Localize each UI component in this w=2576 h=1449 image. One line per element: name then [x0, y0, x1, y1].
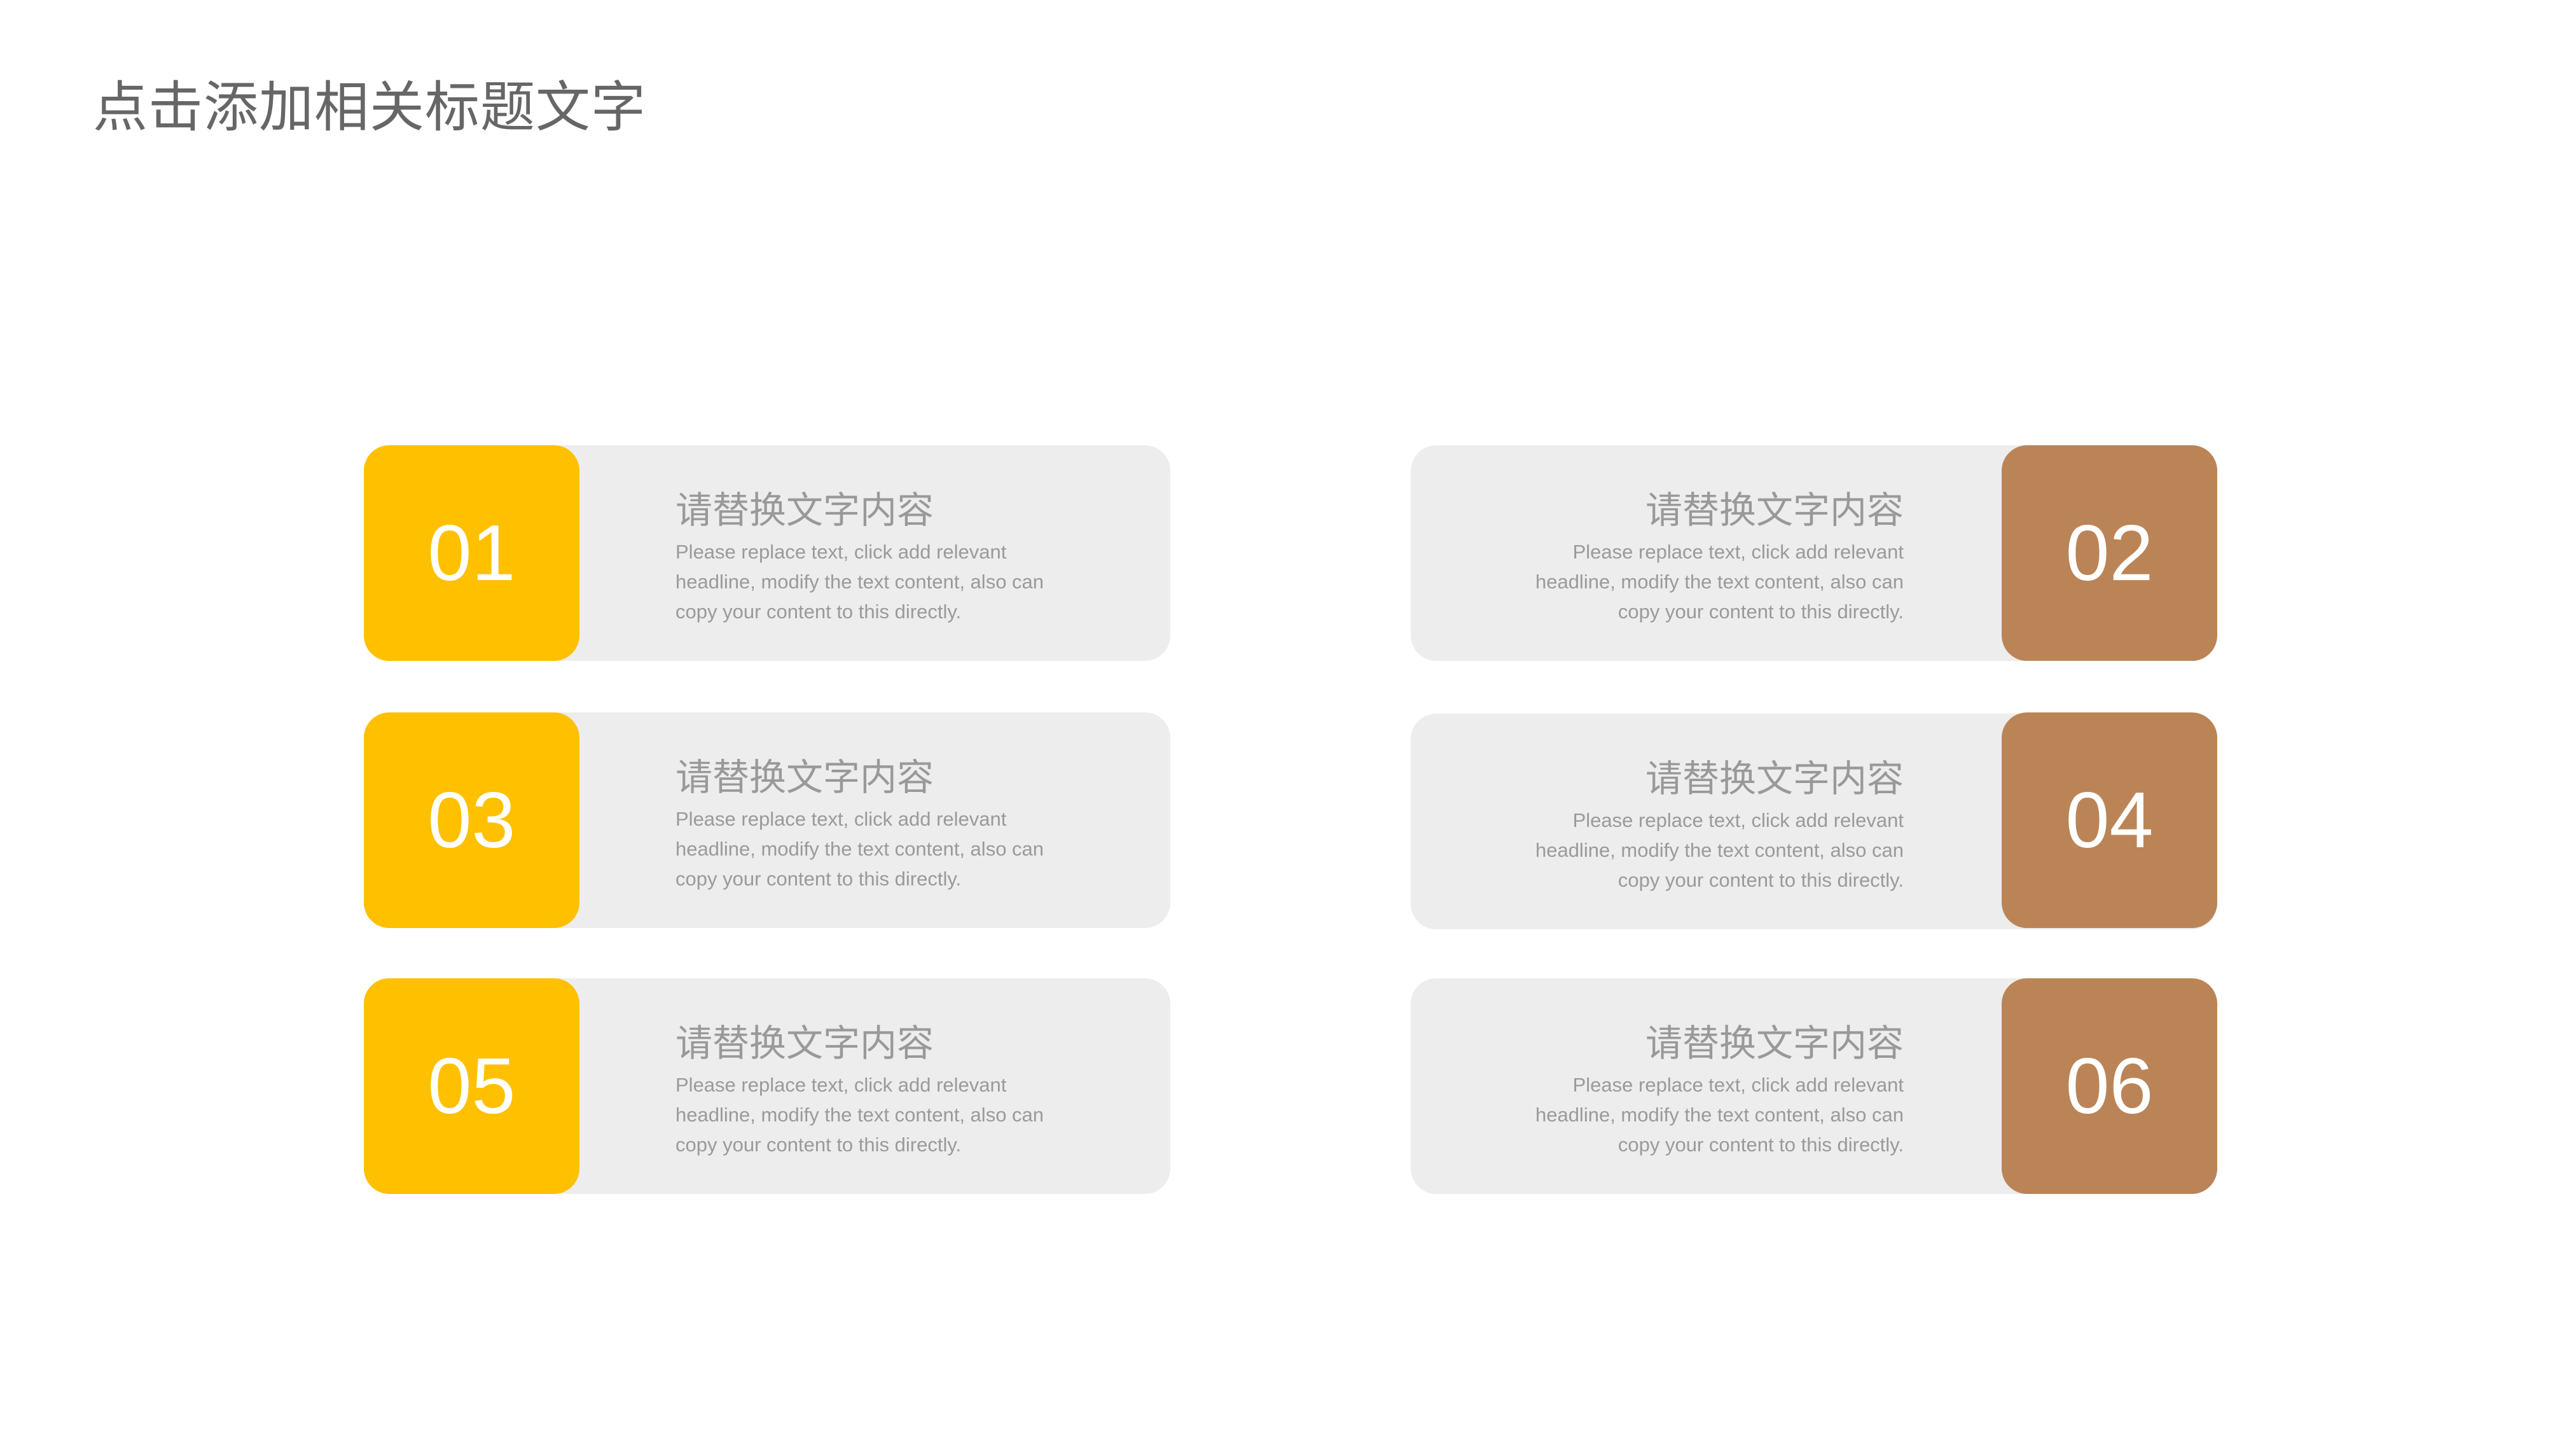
card-heading[interactable]: 请替换文字内容 — [1497, 756, 1904, 801]
item-card-06[interactable]: 06 请替换文字内容 Please replace text, click ad… — [1411, 978, 2217, 1194]
card-body-line: copy your content to this directly. — [675, 868, 962, 890]
card-body-line: copy your content to this directly. — [1617, 1134, 1904, 1156]
text-block: 请替换文字内容 Please replace text, click add r… — [1497, 1020, 1904, 1160]
card-body-line: copy your content to this directly. — [675, 1134, 962, 1156]
number-badge: 03 — [364, 712, 579, 928]
card-body-line: headline, modify the text content, also … — [1535, 839, 1904, 861]
text-block: 请替换文字内容 Please replace text, click add r… — [675, 754, 1083, 894]
card-body-line: Please replace text, click add relevant — [675, 808, 1007, 830]
card-heading[interactable]: 请替换文字内容 — [1497, 1020, 1904, 1066]
number-badge: 04 — [2002, 712, 2217, 928]
card-body-line: Please replace text, click add relevant — [1572, 541, 1904, 563]
card-body-line: headline, modify the text content, also … — [675, 571, 1044, 593]
card-body-line: Please replace text, click add relevant — [675, 1074, 1007, 1096]
item-card-04[interactable]: 04 请替换文字内容 Please replace text, click ad… — [1411, 712, 2217, 929]
slide: 点击添加相关标题文字 01 请替换文字内容 Please replace tex… — [0, 0, 2576, 1449]
card-body-line: headline, modify the text content, also … — [1535, 571, 1904, 593]
card-body[interactable]: Please replace text, click add relevant … — [675, 537, 1083, 627]
card-body[interactable]: Please replace text, click add relevant … — [1497, 805, 1904, 895]
card-body[interactable]: Please replace text, click add relevant … — [675, 804, 1083, 894]
card-body-line: headline, modify the text content, also … — [675, 1104, 1044, 1126]
card-body-line: Please replace text, click add relevant — [1572, 809, 1904, 831]
number-badge: 06 — [2002, 978, 2217, 1194]
card-body-line: Please replace text, click add relevant — [1572, 1074, 1904, 1096]
item-card-05[interactable]: 05 请替换文字内容 Please replace text, click ad… — [364, 978, 1170, 1194]
number-badge: 05 — [364, 978, 579, 1194]
item-card-01[interactable]: 01 请替换文字内容 Please replace text, click ad… — [364, 445, 1170, 661]
card-body-line: copy your content to this directly. — [675, 600, 962, 623]
card-body[interactable]: Please replace text, click add relevant … — [675, 1070, 1083, 1160]
page-title[interactable]: 点击添加相关标题文字 — [93, 62, 646, 142]
card-body-line: headline, modify the text content, also … — [1535, 1104, 1904, 1126]
card-heading[interactable]: 请替换文字内容 — [1497, 487, 1904, 533]
text-block: 请替换文字内容 Please replace text, click add r… — [675, 487, 1083, 627]
card-heading[interactable]: 请替换文字内容 — [675, 487, 1083, 533]
card-body-line: copy your content to this directly. — [1617, 869, 1904, 891]
text-block: 请替换文字内容 Please replace text, click add r… — [1497, 756, 1904, 895]
item-card-03[interactable]: 03 请替换文字内容 Please replace text, click ad… — [364, 712, 1170, 928]
card-body-line: Please replace text, click add relevant — [675, 541, 1007, 563]
card-heading[interactable]: 请替换文字内容 — [675, 1020, 1083, 1066]
card-body[interactable]: Please replace text, click add relevant … — [1497, 1070, 1904, 1160]
card-body-line: headline, modify the text content, also … — [675, 838, 1044, 860]
text-block: 请替换文字内容 Please replace text, click add r… — [675, 1020, 1083, 1160]
card-heading[interactable]: 请替换文字内容 — [675, 754, 1083, 800]
text-block: 请替换文字内容 Please replace text, click add r… — [1497, 487, 1904, 627]
item-card-02[interactable]: 02 请替换文字内容 Please replace text, click ad… — [1411, 445, 2217, 661]
number-badge: 02 — [2002, 445, 2217, 661]
card-body-line: copy your content to this directly. — [1617, 600, 1904, 623]
number-badge: 01 — [364, 445, 579, 661]
card-body[interactable]: Please replace text, click add relevant … — [1497, 537, 1904, 627]
